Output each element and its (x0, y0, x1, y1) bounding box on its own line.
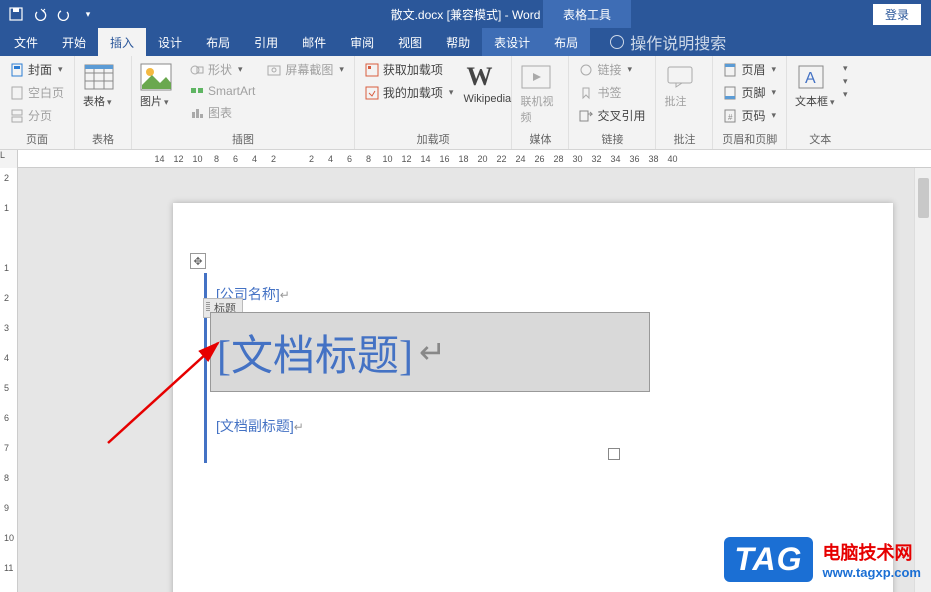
ribbon-tabs: 文件 开始 插入 设计 布局 引用 邮件 审阅 视图 帮助 表设计 布局 操作说… (0, 28, 931, 56)
shapes-button[interactable]: 形状▾ (186, 59, 259, 80)
group-label-links: 链接 (575, 129, 649, 149)
para-mark-icon: ↵ (280, 288, 290, 302)
tab-references[interactable]: 引用 (242, 28, 290, 56)
document-title-text: [文档标题] (217, 322, 413, 383)
group-text: A 文本框▾ ▾ ▾ ▾ 文本 (787, 56, 854, 149)
tab-table-layout[interactable]: 布局 (542, 28, 590, 56)
lightbulb-icon (610, 35, 624, 49)
group-label-pages: 页面 (6, 129, 68, 149)
login-button[interactable]: 登录 (873, 4, 921, 25)
end-cell-mark-icon (608, 448, 620, 460)
qat-dropdown-icon[interactable]: ▾ (80, 6, 96, 22)
tab-layout[interactable]: 布局 (194, 28, 242, 56)
group-illustrations: 图片▾ 形状▾ SmartArt 图表 屏幕截图▾ 插图 (132, 56, 355, 149)
header-button[interactable]: 页眉▾ (719, 59, 780, 80)
save-icon[interactable] (8, 6, 24, 22)
horizontal-ruler[interactable]: L 14121086422468101214161820222426283032… (0, 150, 931, 168)
tell-me-label: 操作说明搜索 (630, 30, 726, 54)
blank-page-button[interactable]: 空白页 (6, 82, 68, 103)
ribbon: 封面▾ 空白页 分页 页面 表格▾ 表格 图片▾ 形状▾ SmartArt 图表 (0, 56, 931, 150)
para-mark-icon: ↵ (294, 420, 304, 434)
quick-access-toolbar: ▾ (0, 6, 104, 22)
watermark-tag: TAG (724, 537, 812, 582)
table-icon (83, 61, 115, 93)
table-button[interactable]: 表格▾ (81, 59, 125, 129)
group-addins: 获取加载项 我的加载项▾ W Wikipedia 加载项 (355, 56, 513, 149)
tab-view[interactable]: 视图 (386, 28, 434, 56)
group-label-addins: 加载项 (361, 129, 506, 149)
redo-icon[interactable] (56, 6, 72, 22)
page-area[interactable]: ✥ [公司名称]↵ 标题 [文档标题] ↵ [文档副标题]↵ (18, 168, 931, 592)
group-label-text: 文本 (793, 129, 848, 149)
more-text-icon[interactable]: ▾ (843, 63, 848, 74)
crossref-button[interactable]: 交叉引用 (575, 105, 649, 126)
group-label-tables: 表格 (81, 129, 125, 149)
video-icon (520, 61, 552, 93)
picture-icon (140, 61, 172, 93)
group-label-illustrations: 插图 (138, 129, 348, 149)
return-mark-icon: ↵ (419, 333, 446, 371)
subtitle-placeholder[interactable]: [文档副标题]↵ (216, 416, 304, 436)
textbox-button[interactable]: A 文本框▾ (793, 59, 837, 129)
comment-button[interactable]: 批注 (662, 59, 706, 129)
more-text3-icon[interactable]: ▾ (843, 89, 848, 100)
document-page[interactable] (173, 203, 893, 592)
watermark-url: www.tagxp.com (823, 565, 921, 580)
tab-help[interactable]: 帮助 (434, 28, 482, 56)
document-title-field[interactable]: [文档标题] ↵ (210, 312, 650, 392)
group-pages: 封面▾ 空白页 分页 页面 (0, 56, 75, 149)
bookmark-button[interactable]: 书签 (575, 82, 649, 103)
workspace: 211234567891011 ✥ [公司名称]↵ 标题 [文档标题] ↵ [文… (0, 168, 931, 592)
footer-button[interactable]: 页脚▾ (719, 82, 780, 103)
tab-table-design[interactable]: 表设计 (482, 28, 542, 56)
online-video-button[interactable]: 联机视频 (518, 59, 562, 129)
page-break-button[interactable]: 分页 (6, 105, 68, 126)
screenshot-button[interactable]: 屏幕截图▾ (263, 59, 348, 80)
ruler-corner: L (0, 150, 18, 168)
link-button[interactable]: 链接▾ (575, 59, 649, 80)
title-bar: ▾ 散文.docx [兼容模式] - Word 表格工具 登录 (0, 0, 931, 28)
pictures-button[interactable]: 图片▾ (138, 59, 182, 129)
tab-review[interactable]: 审阅 (338, 28, 386, 56)
context-tab-label: 表格工具 (543, 0, 631, 28)
comment-icon (664, 61, 696, 93)
document-title: 散文.docx [兼容模式] - Word (391, 6, 541, 23)
undo-icon[interactable] (32, 6, 48, 22)
group-label-comments: 批注 (662, 129, 706, 149)
group-tables: 表格▾ 表格 (75, 56, 132, 149)
tab-design[interactable]: 设计 (146, 28, 194, 56)
tab-mailings[interactable]: 邮件 (290, 28, 338, 56)
smartart-button[interactable]: SmartArt (186, 82, 259, 100)
table-move-handle-icon[interactable]: ✥ (190, 253, 206, 269)
group-media: 联机视频 媒体 (512, 56, 569, 149)
group-header-footer: 页眉▾ 页脚▾ #页码▾ 页眉和页脚 (713, 56, 787, 149)
tab-file[interactable]: 文件 (2, 28, 50, 56)
tab-home[interactable]: 开始 (50, 28, 98, 56)
cover-page-button[interactable]: 封面▾ (6, 59, 68, 80)
group-label-media: 媒体 (518, 129, 562, 149)
vertical-ruler[interactable]: 211234567891011 (0, 168, 18, 592)
tab-insert[interactable]: 插入 (98, 28, 146, 56)
my-addins-button[interactable]: 我的加载项▾ (361, 82, 458, 103)
get-addins-button[interactable]: 获取加载项 (361, 59, 458, 80)
watermark-logo: TAG 电脑技术网 www.tagxp.com (724, 537, 921, 582)
vertical-scrollbar[interactable] (914, 168, 931, 592)
watermark-cn: 电脑技术网 (823, 539, 921, 565)
pagenum-button[interactable]: #页码▾ (719, 105, 780, 126)
tell-me-search[interactable]: 操作说明搜索 (590, 28, 726, 56)
group-comments: 批注 批注 (656, 56, 713, 149)
wikipedia-button[interactable]: W Wikipedia (461, 59, 505, 129)
chart-button[interactable]: 图表 (186, 102, 259, 123)
scrollbar-thumb[interactable] (918, 178, 929, 218)
textbox-icon: A (795, 61, 827, 93)
svg-text:A: A (805, 70, 816, 87)
wikipedia-icon: W (463, 61, 495, 93)
group-label-hf: 页眉和页脚 (719, 129, 780, 149)
group-links: 链接▾ 书签 交叉引用 链接 (569, 56, 656, 149)
more-text2-icon[interactable]: ▾ (843, 76, 848, 87)
svg-text:#: # (728, 113, 733, 122)
